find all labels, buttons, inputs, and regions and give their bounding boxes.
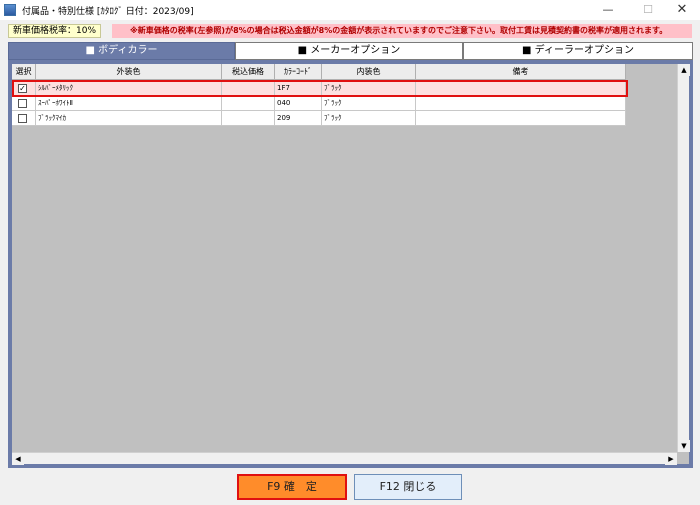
scroll-down-icon[interactable]: ▼ [678, 440, 690, 452]
scroll-up-icon[interactable]: ▲ [678, 64, 690, 76]
tab-body-color[interactable]: ■ ボディカラー [8, 42, 235, 60]
color-grid: 選択 外装色 税込価格 ｶﾗｰｺｰﾄﾞ 内装色 備考 ✓ ｼﾙﾊﾞｰﾒﾀﾘｯｸ … [12, 64, 690, 465]
select-cell[interactable] [12, 111, 36, 126]
price-cell [222, 81, 275, 96]
color-code-cell: 209 [275, 111, 322, 126]
interior-color-cell: ﾌﾞﾗｯｸ [322, 111, 416, 126]
close-window-button[interactable]: ✕ [664, 0, 700, 20]
app-window-icon [4, 4, 16, 16]
title-bar: 付属品・特別仕様 [ｶﾀﾛｸﾞ 日付：2023/09] — ☐ ✕ [0, 0, 700, 20]
header-remarks: 備考 [416, 64, 626, 80]
horizontal-scrollbar[interactable]: ◀ ▶ [12, 452, 677, 465]
exterior-color-cell: ｼﾙﾊﾞｰﾒﾀﾘｯｸ [36, 81, 222, 96]
scroll-left-icon[interactable]: ◀ [12, 453, 24, 465]
window-title: 付属品・特別仕様 [ｶﾀﾛｸﾞ 日付：2023/09] [22, 7, 194, 17]
price-cell [222, 111, 275, 126]
remarks-cell [416, 111, 626, 126]
table-row[interactable]: ✓ ｼﾙﾊﾞｰﾒﾀﾘｯｸ 1F7 ﾌﾞﾗｯｸ [12, 81, 626, 96]
row-checkbox[interactable] [18, 114, 27, 123]
color-code-cell: 040 [275, 96, 322, 111]
remarks-cell [416, 81, 626, 96]
header-interior-color: 内装色 [322, 64, 416, 80]
header-price: 税込価格 [222, 64, 275, 80]
exterior-color-cell: ｽｰﾊﾟｰﾎﾜｲﾄⅡ [36, 96, 222, 111]
table-row[interactable]: ﾌﾞﾗｯｸﾏｲｶ 209 ﾌﾞﾗｯｸ [12, 111, 626, 126]
tab-dealer-option[interactable]: ■ ディーラーオプション [463, 42, 693, 60]
tab-maker-option[interactable]: ■ メーカーオプション [235, 42, 463, 60]
color-code-cell: 1F7 [275, 81, 322, 96]
header-color-code: ｶﾗｰｺｰﾄﾞ [275, 64, 322, 80]
header-select: 選択 [12, 64, 36, 80]
header-exterior-color: 外装色 [36, 64, 222, 80]
close-button[interactable]: F12 閉じる [354, 474, 462, 500]
select-cell[interactable] [12, 96, 36, 111]
interior-color-cell: ﾌﾞﾗｯｸ [322, 96, 416, 111]
minimize-button[interactable]: — [590, 0, 626, 20]
exterior-color-cell: ﾌﾞﾗｯｸﾏｲｶ [36, 111, 222, 126]
remarks-cell [416, 96, 626, 111]
option-tabs: ■ ボディカラー ■ メーカーオプション ■ ディーラーオプション [8, 42, 693, 60]
scroll-right-icon[interactable]: ▶ [665, 453, 677, 465]
interior-color-cell: ﾌﾞﾗｯｸ [322, 81, 416, 96]
price-cell [222, 96, 275, 111]
tax-rate-badge: 新車価格税率：10% [8, 24, 102, 38]
row-checkbox[interactable]: ✓ [18, 84, 27, 93]
select-cell[interactable]: ✓ [12, 81, 36, 96]
tax-notice-banner: ※新車価格の税率(左参照)が8%の場合は税込金額が8%の金額が表示されていますの… [112, 24, 692, 38]
maximize-button[interactable]: ☐ [630, 0, 666, 20]
row-checkbox[interactable] [18, 99, 27, 108]
confirm-button[interactable]: F9 確 定 [237, 474, 347, 500]
table-row[interactable]: ｽｰﾊﾟｰﾎﾜｲﾄⅡ 040 ﾌﾞﾗｯｸ [12, 96, 626, 111]
grid-frame: 選択 外装色 税込価格 ｶﾗｰｺｰﾄﾞ 内装色 備考 ✓ ｼﾙﾊﾞｰﾒﾀﾘｯｸ … [8, 60, 693, 468]
vertical-scrollbar[interactable]: ▲ ▼ [677, 64, 690, 452]
